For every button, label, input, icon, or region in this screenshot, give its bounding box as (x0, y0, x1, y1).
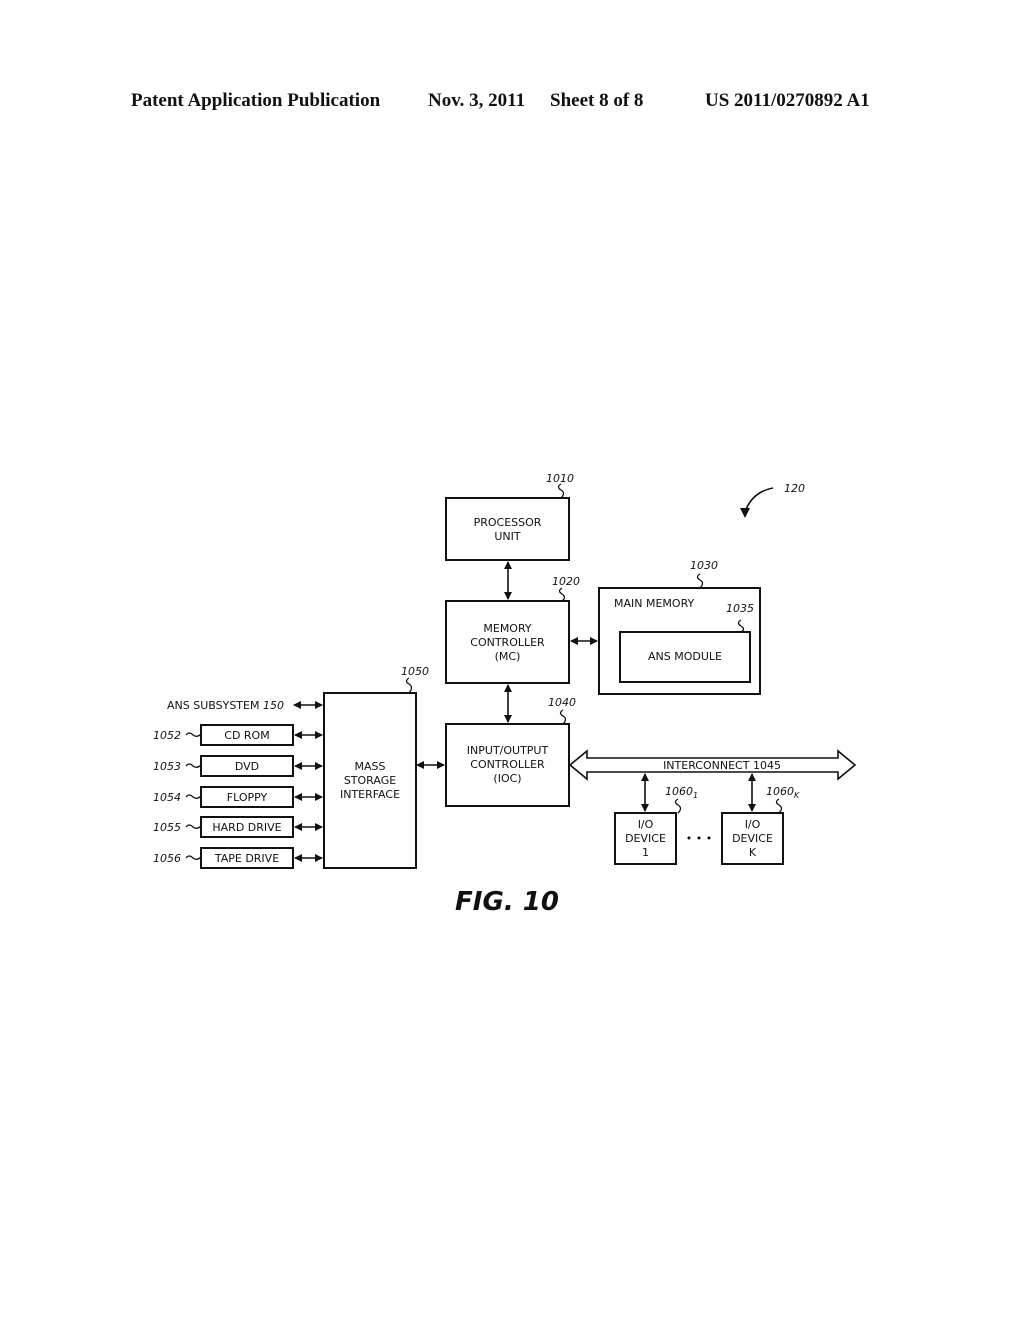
iok-line2: DEVICE (732, 832, 773, 845)
main-memory-block: MAIN MEMORY 1030 ANS MODULE 1035 (598, 559, 761, 695)
ref-1010: 1010 (546, 472, 574, 485)
hard-drive-label: HARD DRIVE (212, 821, 281, 834)
ref-1020: 1020 (552, 575, 580, 588)
ans-subsystem-link: ANS SUBSYSTEM 150 (167, 699, 323, 712)
mc-label-line1: MEMORY (483, 622, 532, 635)
iok-line3: K (749, 846, 757, 859)
ioc-label-line3: (IOC) (493, 772, 521, 785)
interconnect-bus: INTERCONNECT 1045 (568, 749, 857, 781)
storage-device-dvd: 1053 DVD (153, 755, 323, 777)
ref-1050: 1050 (401, 665, 429, 678)
ref-1060-k: 1060K (766, 785, 800, 800)
block-diagram: 120 PROCESSOR UNIT 1010 MEMORY CONTROLLE… (153, 472, 857, 917)
figure-caption: FIG. 10 (455, 887, 559, 917)
ans-module-label: ANS MODULE (648, 650, 722, 663)
ref-1056: 1056 (153, 852, 181, 865)
mc-label-line3: (MC) (495, 650, 521, 663)
dvd-label: DVD (235, 760, 259, 773)
storage-device-cd-rom: 1052 CD ROM (153, 724, 323, 746)
storage-device-hard-drive: 1055 HARD DRIVE (153, 816, 323, 838)
ref-1053: 1053 (153, 760, 181, 773)
ioc-label-line1: INPUT/OUTPUT (467, 744, 549, 757)
io1-line1: I/O (638, 818, 654, 831)
ref-1052: 1052 (153, 729, 181, 742)
system-reference: 120 (740, 482, 805, 518)
storage-device-tape-drive: 1056 TAPE DRIVE (153, 847, 323, 869)
io1-line2: DEVICE (625, 832, 666, 845)
ellipsis: • • • (686, 832, 712, 845)
ref-1060-1: 10601 (665, 785, 698, 800)
io1-line3: 1 (642, 846, 649, 859)
ref-1030: 1030 (690, 559, 718, 572)
ref-1055: 1055 (153, 821, 181, 834)
storage-device-floppy: 1054 FLOPPY (153, 786, 323, 808)
processor-label-line2: UNIT (494, 530, 521, 543)
ioc-label-line2: CONTROLLER (470, 758, 545, 771)
msi-line3: INTERFACE (340, 788, 400, 801)
ref-1035: 1035 (726, 602, 754, 615)
ans-subsystem-label: ANS SUBSYSTEM 150 (167, 699, 284, 712)
ref-1054: 1054 (153, 791, 181, 804)
processor-label-line1: PROCESSOR (474, 516, 542, 529)
ref-1040: 1040 (548, 696, 576, 709)
msi-line2: STORAGE (344, 774, 396, 787)
ref-120: 120 (784, 482, 805, 495)
io-controller-block: INPUT/OUTPUT CONTROLLER (IOC) 1040 (445, 696, 576, 807)
processor-unit-block: PROCESSOR UNIT 1010 (445, 472, 574, 561)
tape-drive-label: TAPE DRIVE (214, 852, 279, 865)
msi-line1: MASS (355, 760, 386, 773)
memory-controller-block: MEMORY CONTROLLER (MC) 1020 (445, 575, 580, 684)
mc-label-line2: CONTROLLER (470, 636, 545, 649)
interconnect-label: INTERCONNECT 1045 (663, 759, 781, 772)
mass-storage-interface-block: MASS STORAGE INTERFACE 1050 (323, 665, 429, 869)
iok-line1: I/O (745, 818, 761, 831)
floppy-label: FLOPPY (227, 791, 268, 804)
io-device-1-block: I/O DEVICE 1 10601 (614, 785, 698, 865)
io-device-k-block: I/O DEVICE K 1060K (721, 785, 800, 865)
cd-rom-label: CD ROM (224, 729, 269, 742)
main-memory-label: MAIN MEMORY (614, 597, 695, 610)
